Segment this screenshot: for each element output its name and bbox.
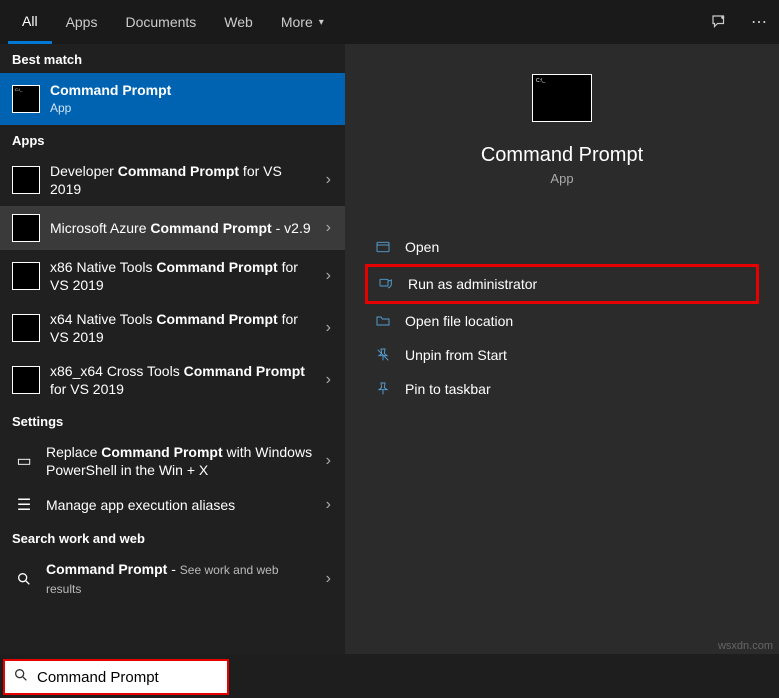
cmd-icon: C:\_ <box>12 85 40 113</box>
tab-web[interactable]: Web <box>210 0 267 44</box>
result-x86-x64-cross[interactable]: x86_x64 Cross Tools Command Prompt for V… <box>0 354 345 406</box>
result-search-web[interactable]: Command Prompt - See work and web result… <box>0 552 345 606</box>
results-panel: Best match C:\_ Command Prompt App Apps … <box>0 44 345 654</box>
cmd-icon <box>12 314 40 342</box>
search-icon <box>13 667 29 687</box>
pin-icon <box>375 381 391 397</box>
result-app-exec-aliases[interactable]: ☰ Manage app execution aliases › <box>0 487 345 523</box>
chevron-right-icon[interactable]: › <box>324 570 333 588</box>
taskbar-search-box[interactable]: Command Prompt <box>3 659 229 695</box>
result-replace-cmd-ps[interactable]: ▭ Replace Command Prompt with Windows Po… <box>0 435 345 487</box>
tab-all[interactable]: All <box>8 0 52 44</box>
preview-title: Command Prompt <box>481 144 643 167</box>
search-filter-tabs: All Apps Documents Web More▾ ⋯ <box>0 0 779 44</box>
terminal-icon: ▭ <box>12 451 36 471</box>
unpin-icon <box>375 347 391 363</box>
cmd-icon <box>12 166 40 194</box>
cmd-icon-large: C:\_ <box>532 74 592 122</box>
section-apps: Apps <box>0 125 345 154</box>
preview-panel: C:\_ Command Prompt App Open Run as admi… <box>345 44 779 654</box>
search-input-text: Command Prompt <box>37 669 159 686</box>
tab-more[interactable]: More▾ <box>267 0 338 44</box>
action-pin-taskbar[interactable]: Pin to taskbar <box>365 372 759 406</box>
result-azure-cmd[interactable]: Microsoft Azure Command Prompt - v2.9 › <box>0 206 345 250</box>
chevron-right-icon[interactable]: › <box>324 452 333 470</box>
result-dev-cmd-vs2019[interactable]: Developer Command Prompt for VS 2019 › <box>0 154 345 206</box>
chevron-right-icon[interactable]: › <box>324 371 333 389</box>
tab-apps[interactable]: Apps <box>52 0 112 44</box>
action-open[interactable]: Open <box>365 230 759 264</box>
result-x86-native[interactable]: x86 Native Tools Command Prompt for VS 2… <box>0 250 345 302</box>
section-search-web: Search work and web <box>0 523 345 552</box>
open-icon <box>375 239 391 255</box>
tab-documents[interactable]: Documents <box>111 0 210 44</box>
watermark: wsxdn.com <box>718 640 773 652</box>
cmd-icon <box>12 214 40 242</box>
more-options-icon[interactable]: ⋯ <box>747 10 771 34</box>
feedback-icon[interactable] <box>707 10 731 34</box>
action-unpin-start[interactable]: Unpin from Start <box>365 338 759 372</box>
section-best-match: Best match <box>0 44 345 73</box>
chevron-right-icon[interactable]: › <box>324 319 333 337</box>
chevron-right-icon[interactable]: › <box>324 267 333 285</box>
preview-subtitle: App <box>550 171 573 186</box>
cmd-icon <box>12 366 40 394</box>
action-run-as-admin[interactable]: Run as administrator <box>365 264 759 304</box>
chevron-down-icon: ▾ <box>319 17 324 28</box>
section-settings: Settings <box>0 406 345 435</box>
action-open-file-location[interactable]: Open file location <box>365 304 759 338</box>
search-icon <box>12 571 36 587</box>
chevron-right-icon[interactable]: › <box>324 171 333 189</box>
folder-icon <box>375 313 391 329</box>
result-command-prompt[interactable]: C:\_ Command Prompt App <box>0 73 345 125</box>
list-icon: ☰ <box>12 495 36 515</box>
shield-admin-icon <box>378 276 394 292</box>
cmd-icon <box>12 262 40 290</box>
chevron-right-icon[interactable]: › <box>324 496 333 514</box>
result-x64-native[interactable]: x64 Native Tools Command Prompt for VS 2… <box>0 302 345 354</box>
chevron-right-icon[interactable]: › <box>324 219 333 237</box>
